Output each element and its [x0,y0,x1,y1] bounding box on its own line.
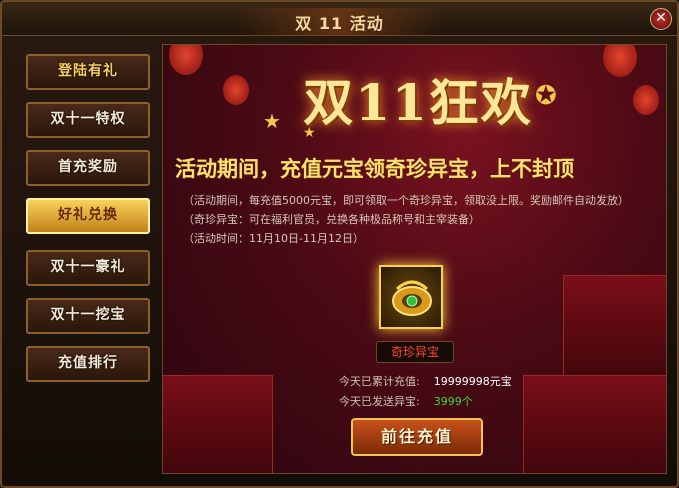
reward-item-label: 奇珍异宝 [376,341,454,363]
lantern-decoration [223,75,249,105]
info-line-exchange: （奇珍异宝：可在福利官员，兑换各种极品称号和主宰装备） [183,213,480,226]
sidebar-item-recharge-rank[interactable]: 充值排行 [26,346,150,382]
sidebar-item-gift-exchange[interactable]: 好礼兑换 [26,198,150,234]
stat-treasure-sent: 今天已发送异宝: 3999个 [339,393,473,409]
sidebar-item-login-gift[interactable]: 登陆有礼 [26,54,150,90]
title-bar: 双 11 活动 ✕ [2,2,677,36]
gift-box-decoration [163,375,273,473]
sidebar-item-luxury-gift[interactable]: 双十一豪礼 [26,250,150,286]
lantern-decoration [633,85,659,115]
info-line-time: （活动时间：11月10日-11月12日） [183,232,364,245]
lantern-decoration [603,45,637,77]
info-line-rule: （活动期间，每充值5000元宝，即可领取一个奇珍异宝，领取没上限。奖励邮件自动发… [183,194,629,207]
lantern-decoration [169,45,203,75]
sidebar-item-privilege[interactable]: 双十一特权 [26,102,150,138]
event-headline: 活动期间，充值元宝领奇珍异宝，上不封顶 [175,157,574,181]
stat-label: 今天已发送异宝: [339,395,420,408]
activity-window: 双 11 活动 ✕ 登陆有礼 双十一特权 首充奖励 好礼兑换 双十一豪礼 双十一… [0,0,679,488]
event-banner: 双11狂欢 [273,63,563,143]
sidebar-item-treasure-dig[interactable]: 双十一挖宝 [26,298,150,334]
stat-total-recharge: 今天已累计充值: 19999998元宝 [339,373,512,389]
gift-box-decoration [523,375,666,473]
star-icon: ★ [303,125,316,141]
sidebar: 登陆有礼 双十一特权 首充奖励 好礼兑换 双十一豪礼 双十一挖宝 充值排行 [12,44,158,474]
main-panel: 双11狂欢 ★ ★ ✪ 活动期间，充值元宝领奇珍异宝，上不封顶 （活动期间，每充… [162,44,667,474]
banner-title: 双11狂欢 [303,73,533,132]
window-title: 双 11 活动 [235,8,444,36]
stat-value: 3999个 [433,395,473,408]
star-icon: ★ [263,109,281,133]
go-recharge-button[interactable]: 前往充值 [351,418,483,456]
stat-label: 今天已累计充值: [339,375,420,388]
stat-value: 19999998元宝 [433,375,512,388]
sidebar-item-first-recharge[interactable]: 首充奖励 [26,150,150,186]
close-icon[interactable]: ✕ [650,8,672,30]
star-icon: ✪ [535,81,557,111]
reward-item-slot[interactable] [379,265,443,329]
jade-pendant-icon [392,280,432,316]
